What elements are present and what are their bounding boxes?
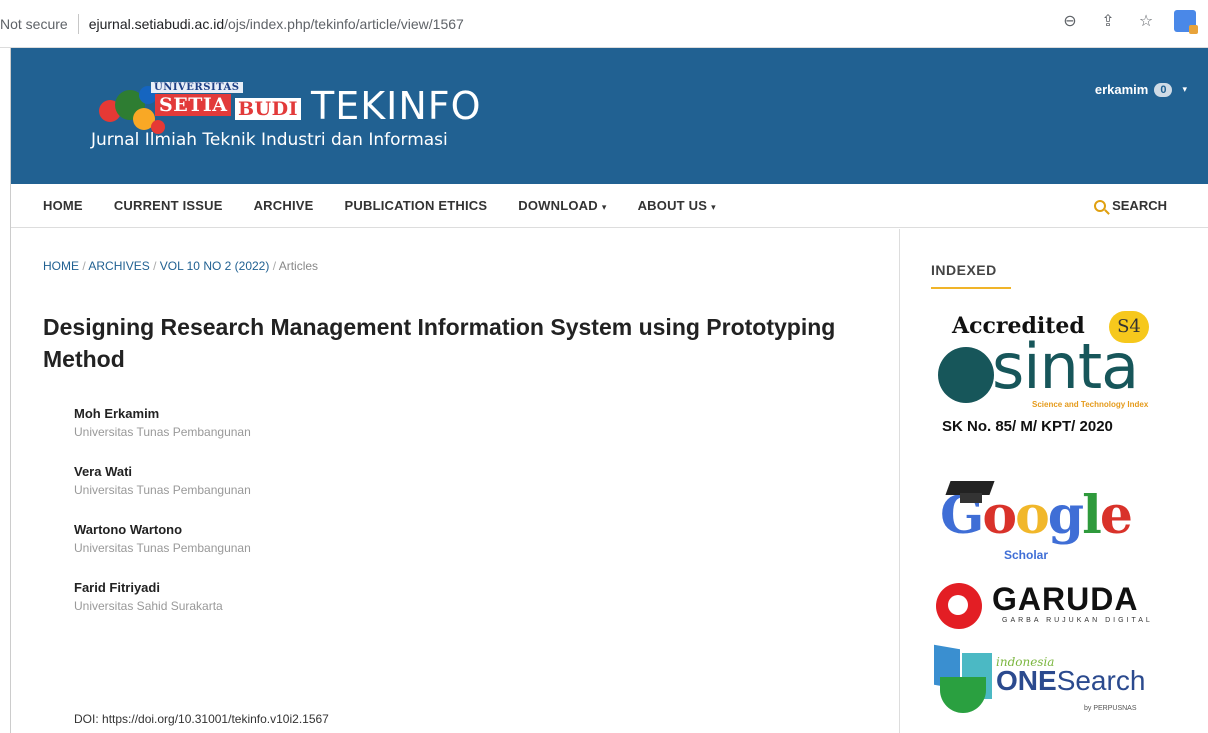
url-path: /ojs/index.php/tekinfo/article/view/1567 (224, 15, 464, 32)
nav-download[interactable]: DOWNLOAD ▾ (518, 198, 606, 213)
author-item: Vera Wati Universitas Tunas Pembangunan (74, 463, 251, 499)
logo-budi-text: BUDI (235, 98, 301, 120)
doi-link[interactable]: https://doi.org/10.31001/tekinfo.v10i2.1… (102, 712, 329, 726)
chevron-down-icon: ▾ (1182, 84, 1187, 94)
article-doi: DOI: https://doi.org/10.31001/tekinfo.v1… (74, 712, 329, 726)
breadcrumb-issue[interactable]: VOL 10 NO 2 (2022) (160, 259, 270, 273)
sinta-decree: SK No. 85/ M/ KPT/ 2020 (942, 418, 1113, 435)
author-name: Wartono Wartono (74, 522, 183, 537)
address-separator (77, 13, 79, 34)
garuda-logo-icon (936, 583, 982, 629)
main-content: HOME / ARCHIVES / VOL 10 NO 2 (2022) / A… (11, 229, 899, 733)
graduation-cap-base-icon (960, 493, 982, 503)
logo-title: TEKINFO (311, 84, 482, 128)
nav-about-us-label: ABOUT US (637, 198, 708, 213)
scholar-label: Scholar (1004, 548, 1049, 562)
primary-nav: HOME CURRENT ISSUE ARCHIVE PUBLICATION E… (11, 184, 1208, 228)
nav-publication-ethics-label: PUBLICATION ETHICS (344, 198, 488, 213)
author-name: Moh Erkamim (74, 406, 160, 421)
garuda-badge[interactable]: GARUDA GARBA RUJUKAN DIGITAL (936, 579, 1176, 635)
sinta-logo-text: sinta (992, 330, 1139, 403)
sidebar-heading: INDEXED (931, 262, 997, 278)
user-menu[interactable]: erkamim 0 ▾ (1095, 82, 1187, 97)
breadcrumb: HOME / ARCHIVES / VOL 10 NO 2 (2022) / A… (43, 259, 318, 273)
breadcrumb-archives[interactable]: ARCHIVES (88, 259, 149, 273)
notification-badge: 0 (1154, 82, 1173, 97)
nav-archive[interactable]: ARCHIVE (254, 198, 314, 213)
author-item: Moh Erkamim Universitas Tunas Pembanguna… (74, 405, 251, 441)
nav-current-issue[interactable]: CURRENT ISSUE (114, 198, 223, 213)
nav-publication-ethics[interactable]: PUBLICATION ETHICS (345, 198, 488, 213)
search-link[interactable]: SEARCH (1094, 198, 1167, 213)
nav-archive-label: ARCHIVE (253, 198, 314, 213)
chevron-down-icon: ▾ (711, 202, 716, 212)
share-icon[interactable]: ⇪ (1098, 11, 1118, 31)
nav-current-issue-label: CURRENT ISSUE (113, 198, 223, 213)
onesearch-badge[interactable]: indonesia ONESearch by PERPUSNAS (934, 644, 1174, 719)
nav-home-label: HOME (43, 198, 83, 213)
logo-univ-text: UNIVERSITAS (151, 82, 243, 93)
browser-toolbar-icons: ⊖ ⇪ ☆ (1060, 10, 1198, 34)
chevron-down-icon: ▾ (601, 202, 607, 212)
sinta-tagline: Science and Technology Index (1032, 400, 1149, 409)
author-affiliation: Universitas Sahid Surakarta (74, 599, 223, 613)
author-name: Vera Wati (74, 464, 133, 479)
nav-about-us[interactable]: ABOUT US ▾ (638, 198, 716, 213)
author-item: Wartono Wartono Universitas Tunas Pemban… (74, 521, 251, 557)
url-host: ejurnal.setiabudi.ac.id (88, 15, 225, 32)
garuda-logo-text: GARUDA (992, 581, 1139, 617)
heading-underline (931, 287, 1011, 289)
google-scholar-badge[interactable]: Google Scholar (936, 477, 1176, 569)
site-header: UNIVERSITAS SETIA BUDI TEKINFO Jurnal Il… (11, 48, 1208, 184)
sinta-globe-icon (938, 347, 994, 403)
author-affiliation: Universitas Tunas Pembangunan (74, 541, 251, 555)
sinta-badge[interactable]: Accredited S4 sinta Science and Technolo… (934, 307, 1184, 457)
nav-home[interactable]: HOME (43, 198, 83, 213)
journal-logo[interactable]: UNIVERSITAS SETIA BUDI TEKINFO Jurnal Il… (83, 80, 523, 160)
nav-download-label: DOWNLOAD (518, 198, 598, 213)
onesearch-logo-icon (934, 644, 994, 713)
article-title: Designing Research Management Informatio… (43, 314, 836, 372)
author-list: Moh Erkamim Universitas Tunas Pembanguna… (74, 405, 251, 637)
doi-label: DOI: (74, 712, 99, 726)
garuda-tagline: GARBA RUJUKAN DIGITAL (1002, 617, 1153, 624)
sidebar: INDEXED Accredited S4 sinta Science and … (899, 229, 1208, 733)
author-name: Farid Fitriyadi (74, 580, 160, 595)
search-label: SEARCH (1112, 198, 1167, 213)
logo-setia-text: SETIA (155, 94, 232, 116)
security-indicator[interactable]: Not secure (0, 16, 68, 32)
search-icon (1094, 199, 1107, 212)
author-affiliation: Universitas Tunas Pembangunan (74, 425, 251, 439)
breadcrumb-home[interactable]: HOME (43, 259, 79, 273)
logo-subtitle: Jurnal Ilmiah Teknik Industri dan Inform… (91, 130, 448, 150)
breadcrumb-current: Articles (278, 259, 319, 273)
web-page: UNIVERSITAS SETIA BUDI TEKINFO Jurnal Il… (10, 48, 1208, 733)
browser-address-bar: Not secure ejurnal.setiabudi.ac.id/ojs/i… (0, 0, 1208, 48)
onesearch-logo-text: ONESearch (996, 665, 1146, 696)
bookmark-star-icon[interactable]: ☆ (1136, 11, 1156, 31)
translate-extension-icon[interactable] (1174, 10, 1198, 34)
zoom-icon[interactable]: ⊖ (1060, 11, 1080, 31)
url-field[interactable]: ejurnal.setiabudi.ac.id/ojs/index.php/te… (89, 16, 464, 32)
author-item: Farid Fitriyadi Universitas Sahid Suraka… (74, 579, 251, 615)
onesearch-by-text: by PERPUSNAS (1084, 705, 1137, 712)
breadcrumb-separator: / (153, 259, 160, 273)
username: erkamim (1094, 82, 1149, 97)
author-affiliation: Universitas Tunas Pembangunan (74, 483, 251, 497)
